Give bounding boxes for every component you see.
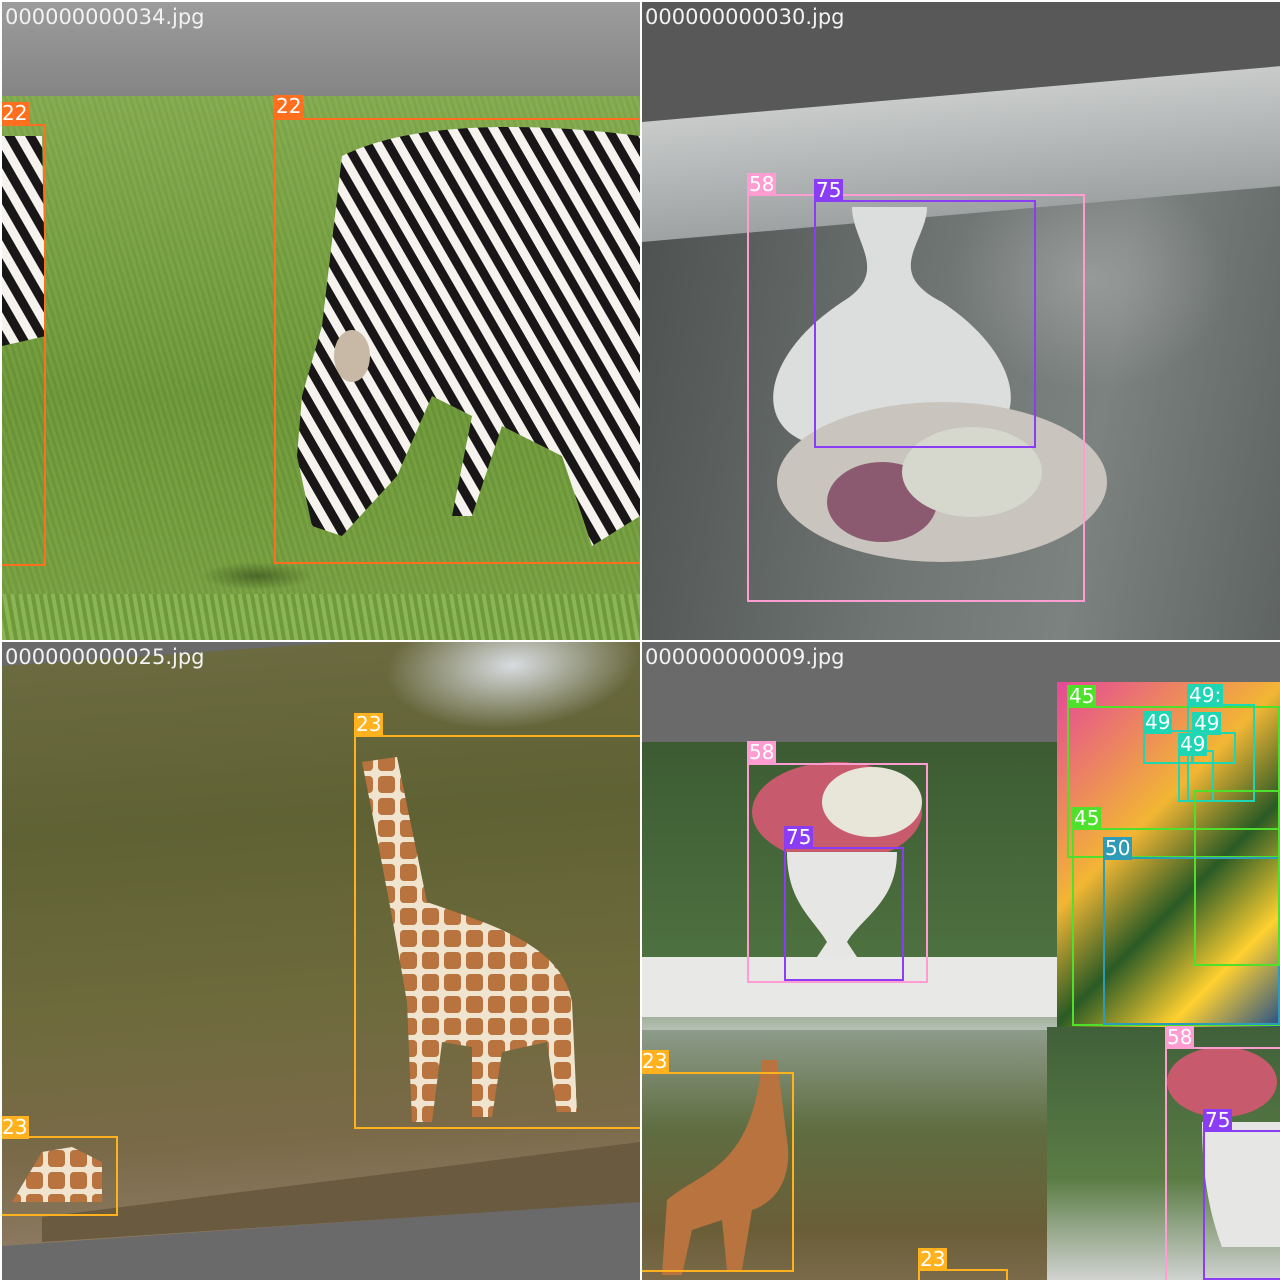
detection-box-23 [642, 1072, 794, 1272]
detection-box-75 [1203, 1130, 1280, 1280]
detection-label-22: 22 [2, 101, 30, 125]
detection-box-23 [354, 735, 640, 1129]
detection-label-49: 49: [1187, 683, 1224, 707]
filename-label: 000000000009.jpg [645, 645, 845, 669]
detection-label-49: 49 [1143, 710, 1173, 734]
detection-box-23 [2, 1136, 118, 1216]
detection-box-22 [2, 124, 46, 566]
detection-label-75: 75 [1203, 1108, 1233, 1132]
detection-label-50: 50 [1103, 836, 1133, 860]
detection-box-75 [784, 847, 904, 981]
detection-label-49: 49 [1178, 732, 1208, 756]
filename-label: 000000000025.jpg [5, 645, 205, 669]
detection-label-58: 58 [747, 740, 777, 764]
detection-label-23: 23 [642, 1049, 670, 1073]
detection-box-75 [814, 200, 1036, 448]
filename-label: 000000000030.jpg [645, 5, 845, 29]
detection-label-58: 58 [747, 172, 777, 196]
detection-label-45: 45 [1072, 806, 1102, 830]
detection-label-45: 45 [1067, 684, 1097, 708]
detection-label-23: 23 [2, 1115, 30, 1139]
mosaic-tile-hanging-vase: 000000000030.jpg 58 75 [642, 2, 1280, 640]
detection-box-45 [1194, 790, 1280, 966]
detection-label-23: 23 [918, 1247, 948, 1271]
detection-label-23: 23 [354, 712, 384, 736]
detection-label-75: 75 [784, 825, 814, 849]
detection-label-22: 22 [274, 94, 304, 118]
mosaic-tile-giraffes: 000000000025.jpg 23 23 [2, 642, 640, 1280]
detection-box-22 [274, 118, 640, 564]
mosaic-tile-zebra: 000000000034.jpg 22 22 [2, 2, 640, 640]
detection-label-75: 75 [814, 178, 844, 202]
detection-label-58: 58 [1165, 1025, 1195, 1049]
filename-label: 000000000034.jpg [5, 5, 205, 29]
mosaic-tile-mixed: 000000000009.jpg 45 49: 49 49 49 45 50 5… [642, 642, 1280, 1280]
zebra-photo-repeat [2, 594, 640, 640]
